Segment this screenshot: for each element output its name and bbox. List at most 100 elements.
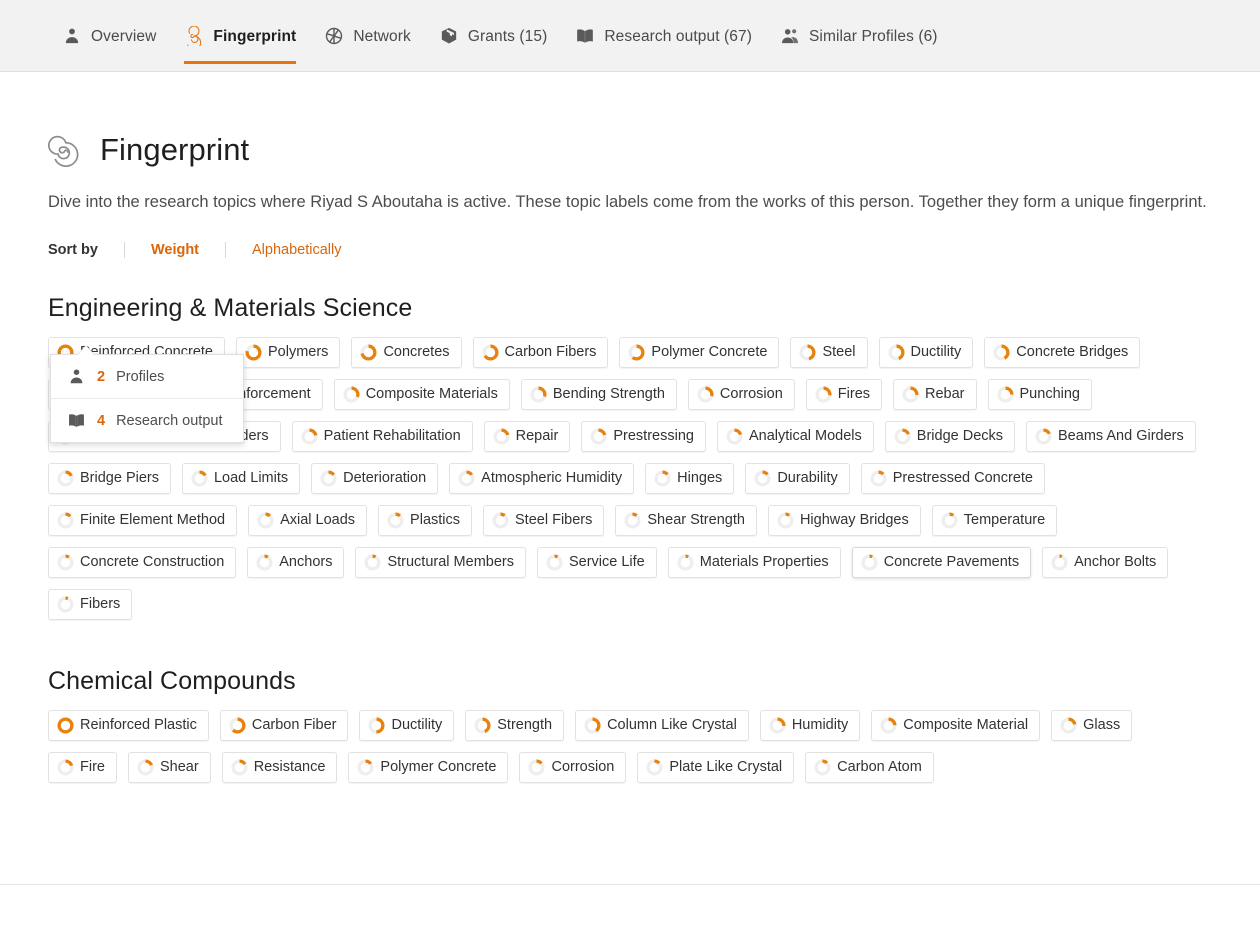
concept-chip[interactable]: Punching bbox=[987, 378, 1092, 410]
popover-row-research-output[interactable]: 4 Research output bbox=[51, 398, 243, 442]
concept-chip[interactable]: Corrosion bbox=[687, 378, 795, 410]
weight-donut-icon bbox=[530, 386, 547, 403]
concept-chip[interactable]: Anchor Bolts bbox=[1042, 546, 1169, 578]
concept-label: Deterioration bbox=[343, 469, 427, 486]
concept-chip[interactable]: Beams And Girders bbox=[1026, 420, 1196, 452]
concept-label: Load Limits bbox=[213, 469, 289, 486]
concept-chip[interactable]: Prestressed Concrete bbox=[860, 462, 1045, 494]
concept-chip[interactable]: Analytical Models bbox=[716, 420, 874, 452]
concept-chip[interactable]: Glass bbox=[1051, 709, 1133, 741]
concept-chip[interactable]: Anchors bbox=[247, 546, 345, 578]
weight-donut-icon bbox=[894, 428, 911, 445]
concept-chip[interactable]: Steel bbox=[790, 336, 868, 368]
concept-label: Glass bbox=[1083, 716, 1121, 733]
concept-chip[interactable]: Deterioration bbox=[311, 462, 439, 494]
concept-chip[interactable]: Composite Materials bbox=[333, 378, 510, 410]
concept-chip[interactable]: Ductility bbox=[359, 709, 455, 741]
concept-chip[interactable]: Atmospheric Humidity bbox=[449, 462, 635, 494]
weight-donut-icon bbox=[584, 717, 601, 734]
concept-label: Polymer Concrete bbox=[651, 343, 768, 360]
concept-chip[interactable]: Fire bbox=[48, 751, 117, 783]
weight-donut-icon bbox=[257, 512, 274, 529]
concept-chip[interactable]: Bridge Decks bbox=[884, 420, 1016, 452]
concept-label: Punching bbox=[1019, 385, 1080, 402]
weight-donut-icon bbox=[191, 470, 208, 487]
concept-chip[interactable]: Concrete Bridges bbox=[984, 336, 1141, 368]
concept-chip[interactable]: Concrete Construction bbox=[48, 546, 237, 578]
weight-donut-icon bbox=[57, 470, 74, 487]
tab-research-output-67[interactable]: Research output (67) bbox=[561, 0, 766, 71]
weight-donut-icon bbox=[1035, 428, 1052, 445]
tab-network[interactable]: Network bbox=[310, 0, 425, 71]
concept-chip[interactable]: Durability bbox=[745, 462, 850, 494]
concept-chip[interactable]: Polymers bbox=[236, 336, 341, 368]
weight-donut-icon bbox=[364, 554, 381, 571]
tab-grants-15[interactable]: Grants (15) bbox=[425, 0, 562, 71]
concept-chip[interactable]: Bending Strength bbox=[520, 378, 677, 410]
weight-donut-icon bbox=[993, 344, 1010, 361]
concept-chip[interactable]: Temperature bbox=[931, 504, 1058, 536]
concept-chip[interactable]: Carbon Atom bbox=[805, 751, 934, 783]
concept-chip[interactable]: Shear bbox=[127, 751, 211, 783]
concept-chip[interactable]: Highway Bridges bbox=[767, 504, 921, 536]
concept-chip[interactable]: Rebar bbox=[893, 378, 977, 410]
sort-option-alphabetically[interactable]: Alphabetically bbox=[225, 241, 367, 258]
weight-donut-icon bbox=[343, 386, 360, 403]
concept-chip[interactable]: Fires bbox=[805, 378, 883, 410]
weight-donut-icon bbox=[320, 470, 337, 487]
concept-label: Anchor Bolts bbox=[1074, 553, 1157, 570]
concept-chip[interactable]: Shear Strength bbox=[615, 504, 757, 536]
weight-donut-icon bbox=[902, 386, 919, 403]
concept-chip[interactable]: Service Life bbox=[536, 546, 657, 578]
weight-donut-icon bbox=[654, 470, 671, 487]
tab-overview[interactable]: Overview bbox=[48, 0, 170, 71]
tab-similar-profiles-6[interactable]: Similar Profiles (6) bbox=[766, 0, 952, 71]
weight-donut-icon bbox=[57, 512, 74, 529]
concept-chip[interactable]: Fibers bbox=[48, 588, 133, 620]
weight-donut-icon bbox=[887, 344, 905, 361]
concept-chip[interactable]: Composite Material bbox=[871, 709, 1041, 741]
popover-row-profiles[interactable]: 2 Profiles bbox=[51, 355, 243, 398]
concept-label: Shear bbox=[159, 758, 199, 775]
concept-label: Corrosion bbox=[551, 758, 615, 775]
concept-chip[interactable]: Reinforced Plastic bbox=[48, 709, 209, 741]
concept-chip[interactable]: Polymer Concrete bbox=[619, 336, 780, 368]
tab-label: Similar Profiles (6) bbox=[808, 27, 938, 45]
concept-chip[interactable]: Hinges bbox=[645, 462, 735, 494]
concept-chip[interactable]: Resistance bbox=[221, 751, 338, 783]
concept-chip[interactable]: Bridge Piers bbox=[48, 462, 171, 494]
concept-chip[interactable]: Carbon Fiber bbox=[219, 709, 349, 741]
concept-chip[interactable]: Repair bbox=[483, 420, 571, 452]
concept-chip[interactable]: Axial Loads bbox=[248, 504, 368, 536]
concept-chip[interactable]: Strength bbox=[465, 709, 565, 741]
weight-donut-icon bbox=[754, 470, 771, 487]
concept-chip[interactable]: Polymer Concrete bbox=[348, 751, 509, 783]
tab-fingerprint[interactable]: Fingerprint bbox=[170, 0, 310, 71]
weight-donut-icon bbox=[493, 428, 510, 445]
concept-chip[interactable]: Patient Rehabilitation bbox=[291, 420, 473, 452]
concept-chip[interactable]: Concrete Pavements bbox=[851, 546, 1032, 578]
concept-chip[interactable]: Plastics bbox=[378, 504, 473, 536]
concept-chip[interactable]: Structural Members bbox=[355, 546, 526, 578]
concept-chip[interactable]: Concretes bbox=[351, 336, 462, 368]
concept-label: Shear Strength bbox=[647, 511, 745, 528]
concept-chip[interactable]: Humidity bbox=[759, 709, 861, 741]
book-icon bbox=[575, 26, 595, 46]
concept-chip[interactable]: Column Like Crystal bbox=[575, 709, 749, 741]
concept-label: Structural Members bbox=[387, 553, 514, 570]
weight-donut-icon bbox=[677, 554, 694, 571]
popover-count: 2 bbox=[97, 368, 106, 385]
concept-chip[interactable]: Steel Fibers bbox=[483, 504, 605, 536]
concept-chip[interactable]: Carbon Fibers bbox=[472, 336, 609, 368]
sort-option-weight[interactable]: Weight bbox=[123, 241, 225, 258]
concept-chip[interactable]: Plate Like Crystal bbox=[637, 751, 795, 783]
concept-chip[interactable]: Finite Element Method bbox=[48, 504, 238, 536]
concept-chip[interactable]: Corrosion bbox=[519, 751, 627, 783]
concept-label: Concrete Bridges bbox=[1016, 343, 1129, 360]
concept-chip[interactable]: Load Limits bbox=[181, 462, 301, 494]
concept-chip[interactable]: Materials Properties bbox=[667, 546, 841, 578]
weight-donut-icon bbox=[1051, 554, 1068, 571]
concept-chip[interactable]: Ductility bbox=[878, 336, 974, 368]
weight-donut-icon bbox=[360, 344, 377, 361]
concept-chip[interactable]: Prestressing bbox=[581, 420, 706, 452]
